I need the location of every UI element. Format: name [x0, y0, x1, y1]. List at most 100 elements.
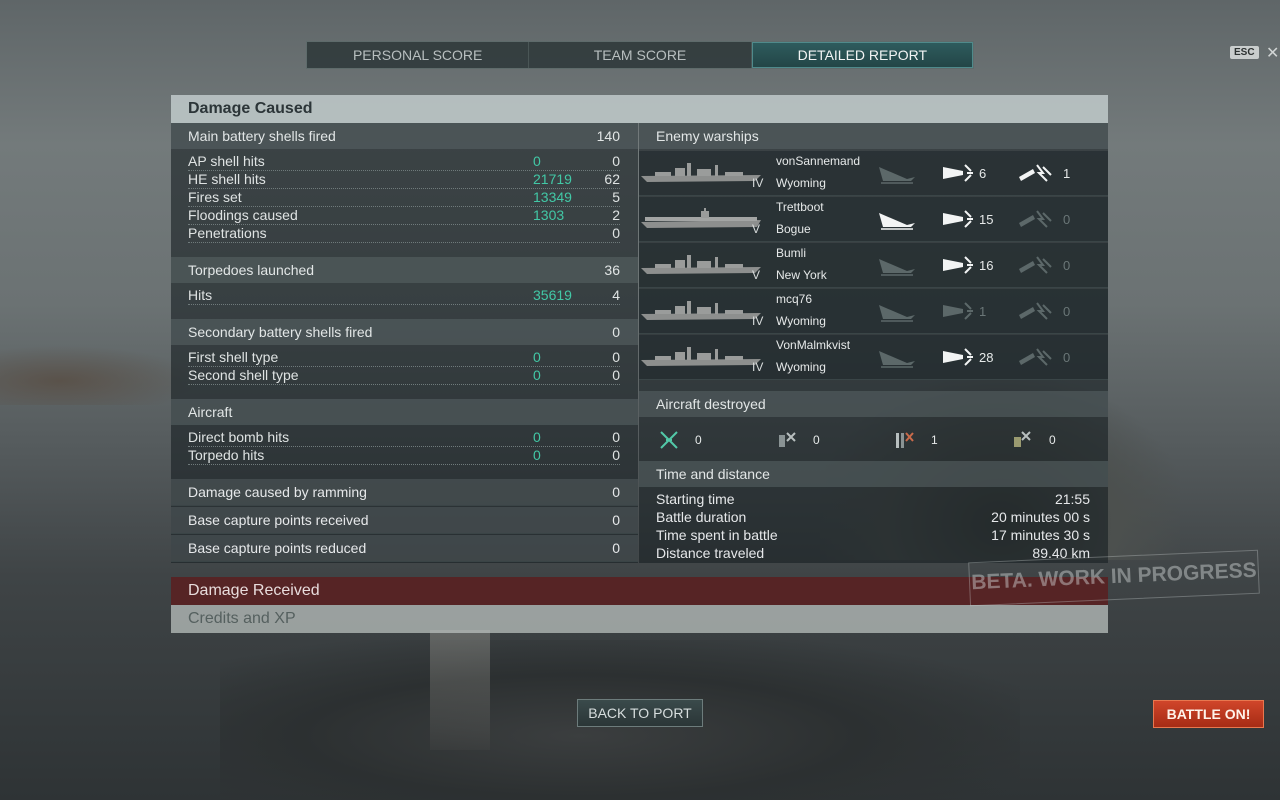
damage-caused-header[interactable]: Damage Caused — [171, 95, 1108, 123]
stat-label: Torpedo hits — [188, 447, 265, 463]
stat-count: 0 — [612, 367, 620, 383]
stat-count: 62 — [604, 171, 620, 187]
secondary-value: 0 — [612, 324, 620, 340]
ramming-value: 0 — [612, 484, 620, 500]
ship-tier: IV — [752, 314, 764, 328]
ship-player-name: mcq76 — [776, 292, 813, 306]
td-label: Time spent in battle — [656, 527, 778, 543]
ship-name: Wyoming — [776, 176, 826, 190]
stat-row: HE shell hits 21719 62 — [188, 171, 620, 189]
stat-damage: 0 — [533, 447, 541, 463]
stat-label: AP shell hits — [188, 153, 265, 169]
battleship-silhouette-icon — [641, 255, 761, 274]
stat-label: Hits — [188, 287, 213, 303]
stat-damage: 0 — [533, 429, 541, 445]
ship-player-name: vonSannemand — [776, 154, 861, 168]
ship-destroyed-icon — [879, 351, 915, 368]
tab-team-score[interactable]: TEAM SCORE — [529, 42, 752, 68]
shell-hits-value: 28 — [979, 350, 994, 365]
main-battery-value: 140 — [596, 128, 620, 144]
stat-damage: 13349 — [533, 189, 572, 205]
torpedo-hits-value: 0 — [1063, 212, 1071, 227]
stat-row: Fires set 13349 5 — [188, 189, 620, 207]
td-value: 20 minutes 00 s — [991, 509, 1090, 525]
td-label: Starting time — [656, 491, 735, 507]
damage-received-header[interactable]: Damage Received — [171, 577, 1108, 605]
aircraft-destroyed-value: 0 — [695, 433, 702, 447]
torpedo-bomber-icon — [896, 432, 914, 448]
back-to-port-button[interactable]: BACK TO PORT — [577, 699, 703, 727]
ship-player-name: Bumli — [776, 246, 807, 260]
torpedo-hits-value: 0 — [1063, 304, 1071, 319]
time-distance-label: Time and distance — [656, 466, 770, 482]
aircraft-destroyed-value: 0 — [1049, 433, 1056, 447]
torpedo-hits-value: 1 — [1063, 166, 1071, 181]
enemy-ship-row: V Trettboot Bogue 15 0 — [639, 197, 1108, 242]
ship-destroyed-icon — [879, 213, 915, 230]
capture-received-row: Base capture points received 0 — [171, 507, 638, 534]
td-value: 17 minutes 30 s — [991, 527, 1090, 543]
td-label: Battle duration — [656, 509, 747, 525]
time-distance-header: Time and distance — [639, 461, 1108, 487]
stat-damage: 35619 — [533, 287, 572, 303]
torpedo-hits-icon — [1019, 302, 1052, 320]
enemy-ship-row: V Bumli New York 16 0 — [639, 243, 1108, 288]
torpedoes-header: Torpedoes launched 36 — [171, 257, 638, 283]
stat-count: 2 — [612, 207, 620, 223]
damage-caused-left-column: Main battery shells fired 140 AP shell h… — [171, 123, 638, 563]
battleship-silhouette-icon — [641, 347, 761, 366]
torpedo-hits-icon — [1019, 256, 1052, 274]
ship-name: New York — [776, 268, 827, 282]
stat-damage: 0 — [533, 349, 541, 365]
stat-count: 0 — [612, 429, 620, 445]
capture-received-value: 0 — [612, 512, 620, 528]
enemy-ship-row: IV vonSannemand Wyoming 6 1 — [639, 151, 1108, 196]
background-mast — [430, 630, 490, 750]
ship-tier: IV — [752, 360, 764, 374]
credits-xp-header[interactable]: Credits and XP — [171, 605, 1108, 633]
stat-row: AP shell hits 0 0 — [188, 153, 620, 171]
close-icon[interactable]: ✕ — [1266, 43, 1279, 63]
stat-row: Hits 35619 4 — [188, 287, 620, 305]
ship-tier: V — [752, 268, 761, 282]
torpedoes-value: 36 — [604, 262, 620, 278]
torpedo-hits-icon — [1019, 348, 1052, 366]
esc-key-hint[interactable]: ESC — [1230, 46, 1259, 59]
secondary-header: Secondary battery shells fired 0 — [171, 319, 638, 345]
battle-on-button[interactable]: BATTLE ON! — [1153, 700, 1264, 728]
stat-row: Second shell type 0 0 — [188, 367, 620, 385]
td-value: 21:55 — [1054, 491, 1090, 507]
shell-hits-icon — [943, 210, 973, 228]
time-distance-row: Starting time 21:55 — [656, 491, 1090, 509]
torpedo-hits-icon — [1019, 210, 1052, 228]
dive-bomber-icon — [1014, 431, 1031, 447]
stat-count: 0 — [612, 447, 620, 463]
main-battery-header: Main battery shells fired 140 — [171, 123, 638, 149]
ship-destroyed-icon — [879, 305, 915, 322]
stat-label: Floodings caused — [188, 207, 298, 223]
tab-personal-score[interactable]: PERSONAL SCORE — [307, 42, 530, 68]
time-distance-row: Battle duration 20 minutes 00 s — [656, 509, 1090, 527]
capture-reduced-label: Base capture points reduced — [188, 540, 367, 556]
aircraft-destroyed-label: Aircraft destroyed — [656, 396, 766, 412]
stat-count: 0 — [612, 225, 620, 241]
shell-hits-value: 16 — [979, 258, 994, 273]
stat-row: Penetrations 0 — [188, 225, 620, 243]
torpedo-hits-value: 0 — [1063, 258, 1071, 273]
capture-reduced-value: 0 — [612, 540, 620, 556]
ship-player-name: VonMalmkvist — [776, 338, 851, 352]
stat-label: Second shell type — [188, 367, 299, 383]
ramming-label: Damage caused by ramming — [188, 484, 367, 500]
torpedo-hits-icon — [1019, 164, 1052, 182]
shell-hits-value: 15 — [979, 212, 994, 227]
torpedo-hits-value: 0 — [1063, 350, 1071, 365]
tab-detailed-report[interactable]: DETAILED REPORT — [751, 42, 973, 68]
aircraft-label: Aircraft — [188, 404, 233, 420]
stat-label: Penetrations — [188, 225, 267, 241]
stat-damage: 21719 — [533, 171, 572, 187]
shell-hits-value: 1 — [979, 304, 987, 319]
stat-damage: 1303 — [533, 207, 565, 223]
aircraft-destroyed-header: Aircraft destroyed — [639, 391, 1108, 417]
stat-damage: 0 — [533, 367, 541, 383]
stat-count: 0 — [612, 153, 620, 169]
